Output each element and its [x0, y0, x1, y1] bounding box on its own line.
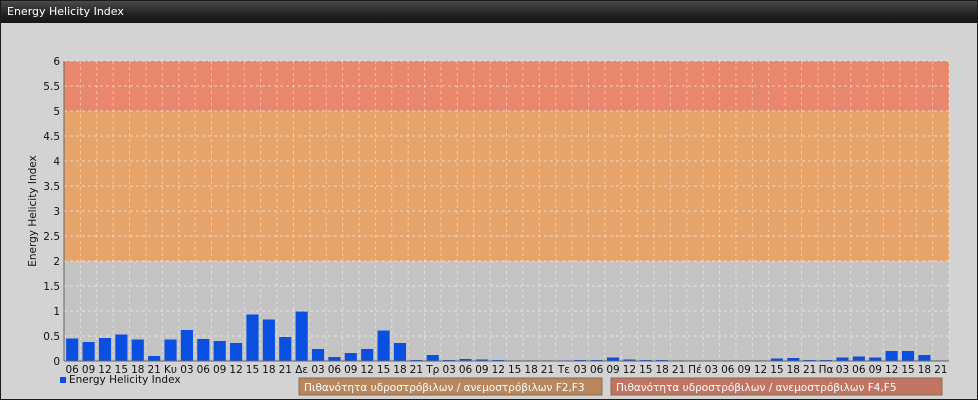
x-tick-label: 03 [705, 364, 718, 376]
y-tick-label: 0 [53, 356, 60, 368]
x-tick-label: 06 [328, 364, 342, 376]
x-tick-label: 06 [459, 364, 473, 376]
x-tick-label: 15 [377, 364, 390, 376]
bar [131, 339, 144, 361]
x-tick-label: Πα [819, 364, 834, 376]
x-tick-label: 03 [836, 364, 849, 376]
bar [885, 351, 898, 361]
bar [852, 356, 865, 361]
x-tick-label: 12 [754, 364, 767, 376]
x-tick-label: 12 [623, 364, 636, 376]
x-tick-label: 21 [672, 364, 685, 376]
x-tick-label: 18 [262, 364, 275, 376]
y-axis-label: Energy Helicity Index [27, 155, 39, 267]
y-tick-label: 2 [53, 256, 60, 268]
bar [606, 357, 620, 361]
x-tick-label: 21 [410, 364, 423, 376]
x-tick-label: 18 [393, 364, 406, 376]
bar [230, 343, 243, 361]
y-tick-label: 2.5 [43, 231, 60, 243]
x-tick-label: 09 [344, 364, 357, 376]
x-tick-label: 15 [639, 364, 652, 376]
bar [246, 314, 259, 361]
bar [213, 341, 226, 361]
x-tick-label: 12 [492, 364, 505, 376]
bar [426, 355, 439, 361]
title-bar: Energy Helicity Index [1, 1, 977, 23]
x-tick-label: 06 [721, 364, 735, 376]
bar [279, 337, 292, 361]
x-tick-label: Τε [557, 364, 570, 376]
x-tick-label: 09 [213, 364, 226, 376]
x-tick-label: Πέ [688, 364, 702, 376]
bar [393, 343, 407, 361]
x-tick-label: 06 [590, 364, 604, 376]
x-tick-label: 03 [311, 364, 324, 376]
bar [66, 338, 79, 361]
legend-box-label-1: Πιθανότητα υδροστρόβιλων / ανεμοστρόβιλω… [616, 382, 897, 394]
x-tick-label: 03 [180, 364, 193, 376]
x-tick-label: 15 [770, 364, 783, 376]
x-tick-label: Τρ [425, 364, 439, 376]
y-tick-label: 5.5 [43, 81, 60, 93]
y-tick-label: 5 [53, 106, 60, 118]
chart-svg: 00.511.522.533.544.555.5606 09 12 15 18 21 Κυ 0… [27, 56, 950, 396]
legend-box-label-0: Πιθανότητα υδροστρόβιλων / ανεμοστρόβιλω… [304, 382, 585, 394]
bar [311, 349, 325, 361]
bar [295, 311, 308, 361]
x-tick-label: 12 [361, 364, 374, 376]
chart-window: Energy Helicity Index 0 0.5 1 1.5 2 2.5 3 3.5 4 4… [0, 0, 978, 400]
legend-marker-series [60, 377, 66, 383]
x-tick-label: 21 [934, 364, 947, 376]
bar [344, 353, 357, 361]
x-tick-label: 09 [869, 364, 882, 376]
y-tick-label: 4 [53, 156, 60, 168]
x-tick-label: 21 [279, 364, 292, 376]
y-tick-label: 1.5 [43, 281, 60, 293]
x-tick-label: 03 [574, 364, 587, 376]
bar [869, 357, 882, 361]
bar [164, 339, 177, 361]
bar [262, 319, 275, 361]
bar [836, 357, 849, 361]
y-tick-label: 6 [53, 56, 60, 68]
x-tick-label: 12 [229, 364, 242, 376]
x-tick-label: Δε [295, 364, 308, 376]
x-tick-label: 06 [197, 364, 211, 376]
x-tick-label: 18 [787, 364, 800, 376]
legend-label-series: Energy Helicity Index [69, 374, 181, 386]
x-tick-label: 15 [246, 364, 259, 376]
y-tick-label: 1 [53, 306, 60, 318]
x-tick-label: 12 [885, 364, 898, 376]
x-tick-label: 15 [508, 364, 521, 376]
window-title: Energy Helicity Index [7, 5, 124, 18]
x-tick-label: 09 [475, 364, 488, 376]
x-tick-label: 09 [737, 364, 750, 376]
bar [328, 357, 341, 361]
bar [918, 355, 931, 361]
y-tick-label: 0.5 [43, 331, 60, 343]
bar [377, 330, 390, 361]
bar [180, 330, 193, 361]
x-tick-label: 09 [606, 364, 619, 376]
x-tick-label: 21 [803, 364, 816, 376]
bar [197, 339, 210, 361]
x-tick-label: 18 [918, 364, 931, 376]
bar [361, 349, 374, 361]
y-tick-label: 3 [53, 206, 60, 218]
y-tick-label: 4.5 [43, 131, 60, 143]
x-tick-label: 06 [852, 364, 866, 376]
bar [148, 356, 161, 361]
bar [98, 338, 112, 361]
bar [901, 351, 915, 361]
chart-panel: 0 0.5 1 1.5 2 2.5 3 3.5 4 4.5 5 5.5 6 06 09 12 15 18 21 Κυ 0… [3, 25, 975, 397]
bar [115, 334, 128, 361]
y-tick-label: 3.5 [43, 181, 60, 193]
x-tick-label: 03 [442, 364, 455, 376]
bar [82, 342, 95, 361]
x-tick-label: 18 [656, 364, 669, 376]
x-tick-label: 15 [901, 364, 914, 376]
x-tick-label: 21 [541, 364, 554, 376]
x-tick-label: 18 [524, 364, 537, 376]
